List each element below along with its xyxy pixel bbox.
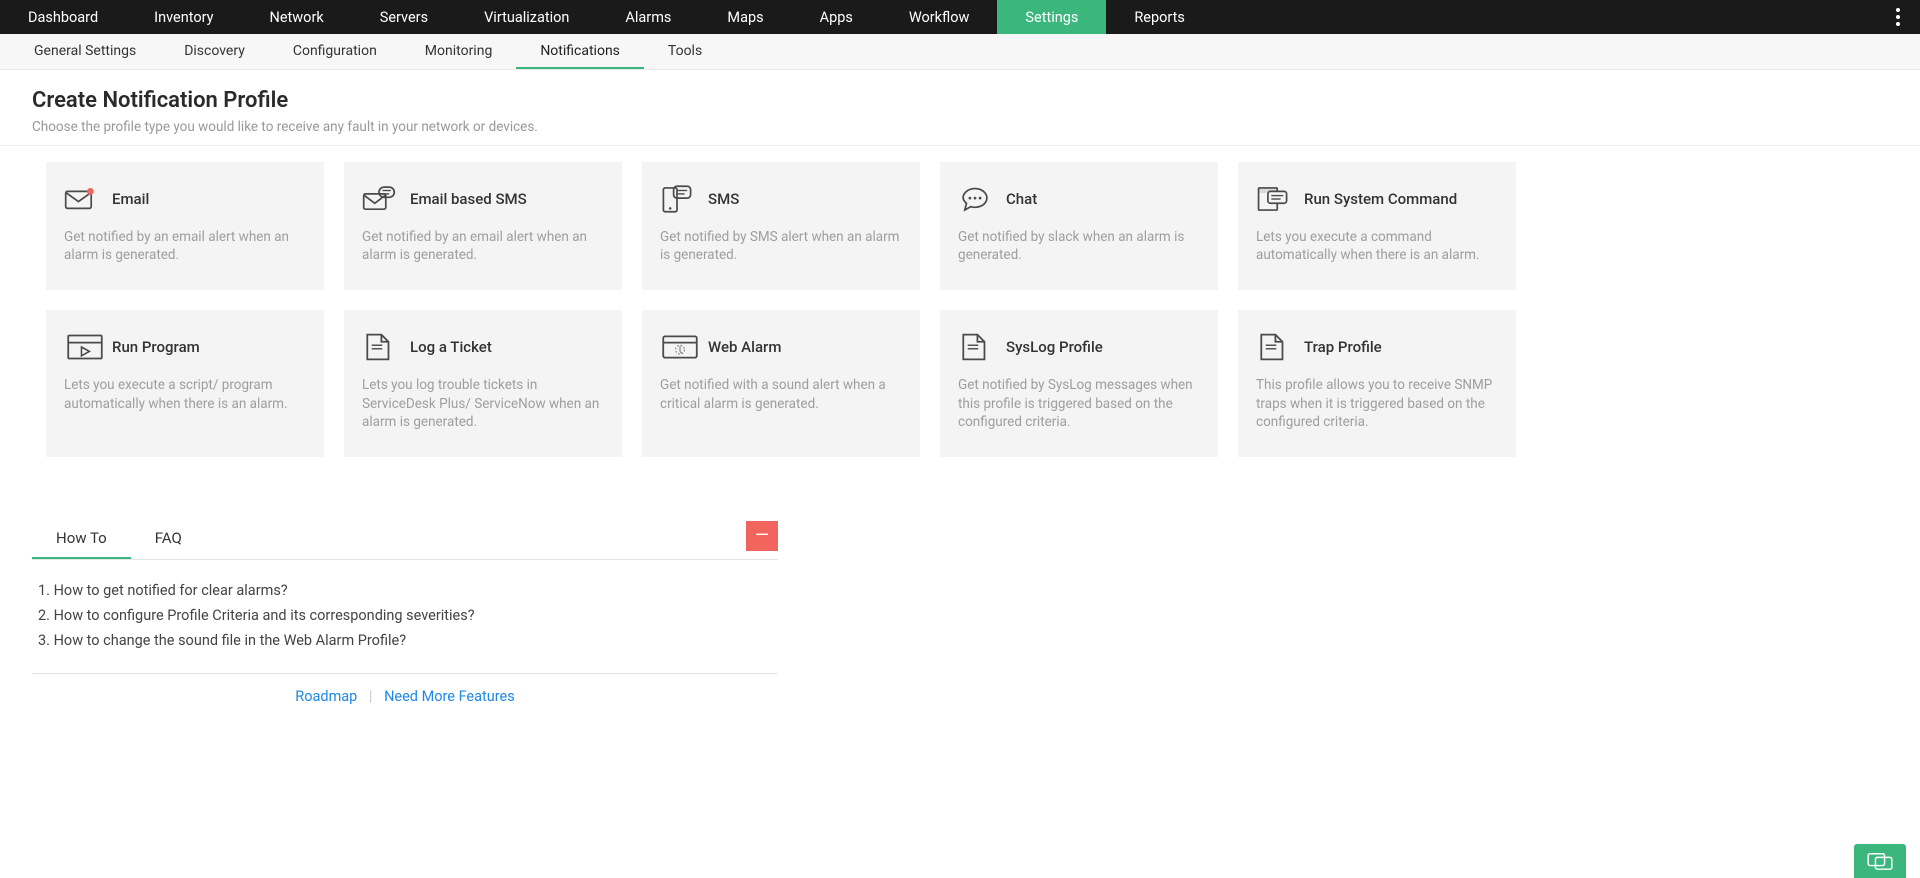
profile-desc: Get notified with a sound alert when a c…: [660, 376, 902, 412]
help-tabs: How To FAQ —: [32, 517, 778, 560]
profile-card-run-system-command[interactable]: Run System Command Lets you execute a co…: [1238, 162, 1516, 290]
link-roadmap[interactable]: Roadmap: [295, 688, 357, 705]
sub-nav: General Settings Discovery Configuration…: [0, 34, 1920, 70]
page-title: Create Notification Profile: [32, 88, 1888, 113]
howto-item[interactable]: How to get notified for clear alarms?: [38, 578, 772, 603]
subnav-notifications[interactable]: Notifications: [516, 34, 644, 69]
collapse-button[interactable]: —: [746, 521, 778, 551]
profile-card-email[interactable]: Email Get notified by an email alert whe…: [46, 162, 324, 290]
profile-title: Trap Profile: [1304, 338, 1382, 356]
nav-network[interactable]: Network: [242, 0, 352, 34]
page-subtitle: Choose the profile type you would like t…: [32, 119, 1888, 135]
chat-bubble-icon: [958, 184, 992, 214]
profile-desc: Lets you log trouble tickets in ServiceD…: [362, 376, 604, 431]
profile-card-chat[interactable]: Chat Get notified by slack when an alarm…: [940, 162, 1218, 290]
link-need-more-features[interactable]: Need More Features: [384, 688, 515, 705]
profile-card-syslog[interactable]: SysLog Profile Get notified by SysLog me…: [940, 310, 1218, 457]
run-program-icon: [64, 332, 98, 362]
profile-title: Email based SMS: [410, 190, 527, 208]
profile-desc: Lets you execute a command automatically…: [1256, 228, 1498, 264]
profile-card-trap[interactable]: Trap Profile This profile allows you to …: [1238, 310, 1516, 457]
howto-item[interactable]: How to configure Profile Criteria and it…: [38, 603, 772, 628]
trap-icon: [1256, 332, 1290, 362]
nav-dashboard[interactable]: Dashboard: [0, 0, 126, 34]
profile-card-run-program[interactable]: Run Program Lets you execute a script/ p…: [46, 310, 324, 457]
howto-item[interactable]: How to change the sound file in the Web …: [38, 628, 772, 653]
nav-alarms[interactable]: Alarms: [597, 0, 699, 34]
subnav-discovery[interactable]: Discovery: [160, 34, 269, 69]
chat-widget[interactable]: [1854, 844, 1906, 878]
profile-title: SysLog Profile: [1006, 338, 1103, 356]
subnav-configuration[interactable]: Configuration: [269, 34, 401, 69]
web-alarm-icon: [660, 332, 694, 362]
profile-card-log-ticket[interactable]: Log a Ticket Lets you log trouble ticket…: [344, 310, 622, 457]
help-section: How To FAQ — How to get notified for cle…: [32, 517, 778, 735]
profile-title: SMS: [708, 190, 739, 208]
email-sms-icon: [362, 184, 396, 214]
profile-title: Log a Ticket: [410, 338, 492, 356]
footer-separator: |: [361, 688, 381, 705]
profile-title: Web Alarm: [708, 338, 781, 356]
profile-desc: Lets you execute a script/ program autom…: [64, 376, 306, 412]
help-body: How to get notified for clear alarms? Ho…: [32, 560, 778, 673]
profile-desc: Get notified by SMS alert when an alarm …: [660, 228, 902, 264]
profile-title: Email: [112, 190, 149, 208]
tab-faq[interactable]: FAQ: [131, 517, 206, 559]
nav-inventory[interactable]: Inventory: [126, 0, 241, 34]
page-header: Create Notification Profile Choose the p…: [0, 70, 1920, 146]
nav-maps[interactable]: Maps: [699, 0, 791, 34]
nav-workflow[interactable]: Workflow: [881, 0, 998, 34]
chat-widget-icon: [1867, 851, 1893, 871]
profile-card-web-alarm[interactable]: Web Alarm Get notified with a sound aler…: [642, 310, 920, 457]
profile-title: Run System Command: [1304, 190, 1457, 208]
nav-reports[interactable]: Reports: [1106, 0, 1213, 34]
profile-desc: Get notified by slack when an alarm is g…: [958, 228, 1200, 264]
syslog-icon: [958, 332, 992, 362]
profile-title: Chat: [1006, 190, 1037, 208]
email-icon: [64, 184, 98, 214]
nav-settings[interactable]: Settings: [997, 0, 1106, 34]
help-footer: Roadmap | Need More Features: [32, 673, 778, 735]
system-command-icon: [1256, 184, 1290, 214]
sms-icon: [660, 184, 694, 214]
nav-virtualization[interactable]: Virtualization: [456, 0, 597, 34]
profile-desc: This profile allows you to receive SNMP …: [1256, 376, 1498, 431]
profile-desc: Get notified by an email alert when an a…: [362, 228, 604, 264]
profile-desc: Get notified by an email alert when an a…: [64, 228, 306, 264]
subnav-general-settings[interactable]: General Settings: [10, 34, 160, 69]
kebab-menu-icon[interactable]: [1886, 0, 1910, 34]
nav-servers[interactable]: Servers: [352, 0, 456, 34]
profile-card-sms[interactable]: SMS Get notified by SMS alert when an al…: [642, 162, 920, 290]
profile-title: Run Program: [112, 338, 200, 356]
profile-card-email-sms[interactable]: Email based SMS Get notified by an email…: [344, 162, 622, 290]
tab-howto[interactable]: How To: [32, 517, 131, 559]
subnav-monitoring[interactable]: Monitoring: [401, 34, 517, 69]
profile-grid: Email Get notified by an email alert whe…: [0, 146, 1920, 477]
profile-desc: Get notified by SysLog messages when thi…: [958, 376, 1200, 431]
ticket-icon: [362, 332, 396, 362]
top-nav: Dashboard Inventory Network Servers Virt…: [0, 0, 1920, 34]
nav-apps[interactable]: Apps: [792, 0, 881, 34]
subnav-tools[interactable]: Tools: [644, 34, 726, 69]
